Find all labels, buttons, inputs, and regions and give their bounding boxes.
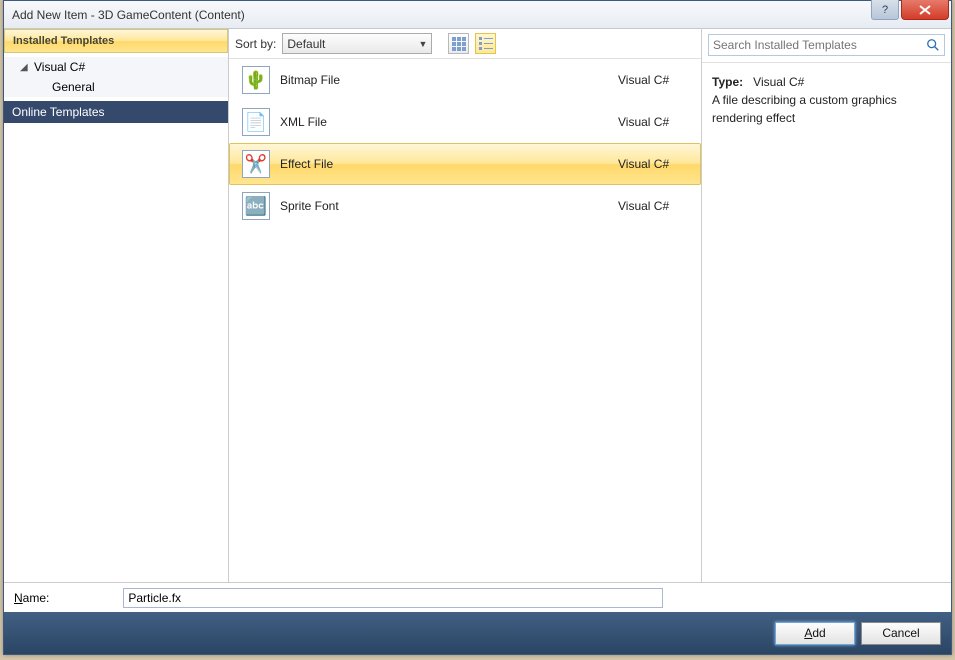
online-templates[interactable]: Online Templates (4, 101, 228, 123)
main-row: Installed Templates ◢ Visual C# General … (4, 29, 951, 582)
type-value: Visual C# (753, 75, 804, 89)
bitmap-file-icon: 🌵 (242, 66, 270, 94)
template-item-lang: Visual C# (618, 199, 688, 213)
template-item-label: Bitmap File (280, 73, 618, 87)
tree-item-general[interactable]: General (4, 77, 228, 97)
search-box[interactable] (708, 34, 945, 56)
tree-item-visual-csharp[interactable]: ◢ Visual C# (4, 57, 228, 77)
dialog-window: Add New Item - 3D GameContent (Content) … (3, 0, 952, 655)
sidebar: Installed Templates ◢ Visual C# General … (4, 29, 229, 582)
template-item-sprite-font[interactable]: 🔤 Sprite Font Visual C# (229, 185, 701, 227)
content-area: Installed Templates ◢ Visual C# General … (4, 29, 951, 654)
titlebar-buttons: ? (871, 1, 951, 28)
tree-item-label: General (52, 80, 95, 94)
template-item-label: XML File (280, 115, 618, 129)
template-tree: ◢ Visual C# General (4, 53, 228, 101)
list-icon (479, 37, 493, 51)
effect-file-icon: ✂️ (242, 150, 270, 178)
template-item-label: Effect File (280, 157, 618, 171)
xml-file-icon: 📄 (242, 108, 270, 136)
help-icon: ? (882, 4, 888, 16)
info-pane: Type: Visual C# A file describing a cust… (702, 63, 951, 137)
close-button[interactable] (901, 0, 949, 20)
template-list: 🌵 Bitmap File Visual C# 📄 XML File Visua… (229, 59, 701, 582)
template-item-lang: Visual C# (618, 73, 688, 87)
chevron-down-icon: ◢ (20, 62, 30, 73)
name-row: Name: (4, 582, 951, 612)
button-bar: Add Cancel (4, 612, 951, 654)
close-icon (919, 5, 931, 15)
template-item-effect-file[interactable]: ✂️ Effect File Visual C# (229, 143, 701, 185)
toolbar: Sort by: Default ▼ (229, 29, 701, 59)
view-icons-button[interactable] (448, 33, 469, 54)
sidebar-header: Installed Templates (4, 29, 228, 53)
template-description: A file describing a custom graphics rend… (712, 91, 941, 127)
template-item-bitmap-file[interactable]: 🌵 Bitmap File Visual C# (229, 59, 701, 101)
name-input[interactable] (123, 588, 663, 608)
grid-icon (452, 37, 466, 51)
template-item-lang: Visual C# (618, 115, 688, 129)
center-column: Sort by: Default ▼ 🌵 (229, 29, 701, 582)
titlebar: Add New Item - 3D GameContent (Content) … (4, 1, 951, 29)
view-list-button[interactable] (475, 33, 496, 54)
cancel-button[interactable]: Cancel (861, 622, 941, 645)
sprite-font-icon: 🔤 (242, 192, 270, 220)
tree-item-label: Visual C# (34, 60, 85, 74)
search-wrap (702, 29, 951, 63)
template-item-xml-file[interactable]: 📄 XML File Visual C# (229, 101, 701, 143)
name-label: Name: (14, 591, 49, 605)
online-templates-label: Online Templates (12, 105, 105, 119)
sort-by-value: Default (287, 37, 325, 51)
details-panel: Type: Visual C# A file describing a cust… (701, 29, 951, 582)
template-item-label: Sprite Font (280, 199, 618, 213)
sort-by-select[interactable]: Default ▼ (282, 33, 432, 54)
chevron-down-icon: ▼ (418, 39, 427, 49)
search-input[interactable] (713, 38, 926, 52)
type-label: Type: (712, 75, 743, 89)
window-title: Add New Item - 3D GameContent (Content) (12, 8, 245, 22)
search-icon (926, 38, 940, 52)
sort-by-label: Sort by: (235, 37, 276, 51)
help-button[interactable]: ? (871, 0, 899, 20)
template-item-lang: Visual C# (618, 157, 688, 171)
add-button[interactable]: Add (775, 622, 855, 645)
